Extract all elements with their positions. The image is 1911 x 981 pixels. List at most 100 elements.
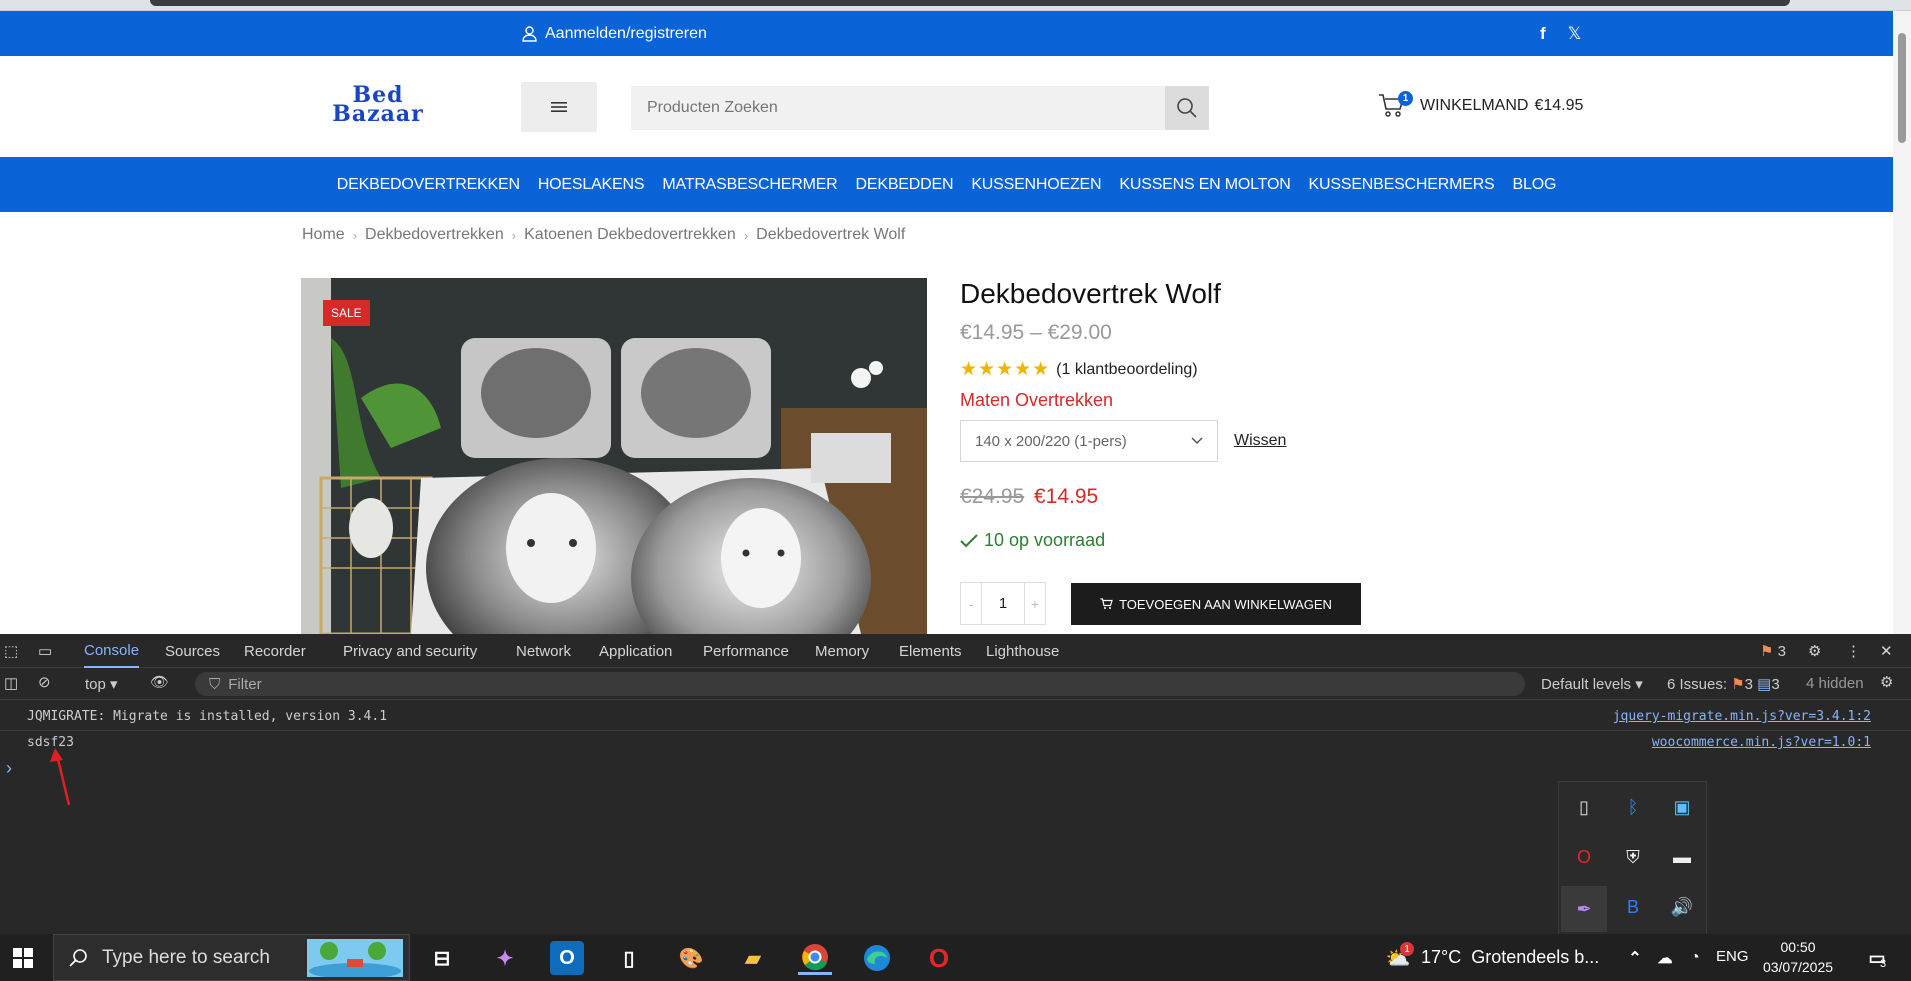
issues-flag-icon[interactable]: ⚑ 3 xyxy=(1760,634,1786,668)
settings-gear-icon[interactable]: ⚙ xyxy=(1808,634,1821,668)
show-hidden-icons-chevron-icon[interactable]: ⌃ xyxy=(1618,941,1652,975)
nav-item-dekbedovertrekken[interactable]: DEKBEDOVERTREKKEN xyxy=(337,176,520,194)
cart-count-badge: 1 xyxy=(1398,91,1413,106)
windows-start-icon[interactable] xyxy=(6,941,40,975)
price-range: €14.95 – €29.00 xyxy=(960,321,1112,344)
cart-link[interactable]: 1 WINKELMAND €14.95 xyxy=(1378,91,1583,119)
chevron-down-icon xyxy=(1191,437,1203,445)
x-twitter-icon[interactable]: 𝕏 xyxy=(1568,24,1582,44)
console-log-source-link[interactable]: woocommerce.min.js?ver=1.0:1 xyxy=(1652,735,1871,750)
outlook-icon[interactable]: O xyxy=(550,941,584,975)
tab-recorder[interactable]: Recorder xyxy=(244,634,306,668)
nav-item-kussenbeschermers[interactable]: KUSSENBESCHERMERS xyxy=(1309,176,1495,194)
log-levels-value: Default levels xyxy=(1541,676,1632,693)
device-toolbar-icon[interactable]: ▭ xyxy=(38,634,60,668)
sale-badge: SALE xyxy=(323,300,370,326)
weather-condition: Grotendeels b... xyxy=(1471,947,1600,967)
scrollbar-thumb[interactable] xyxy=(1898,33,1906,143)
product-rating[interactable]: ★★★★★ (1 klantbeoordeling) xyxy=(960,358,1198,381)
nav-item-dekbedden[interactable]: DEKBEDDEN xyxy=(856,176,954,194)
tab-memory[interactable]: Memory xyxy=(815,634,869,668)
inspect-element-icon[interactable]: ⬚ xyxy=(4,634,24,668)
quantity-decrease-button[interactable]: - xyxy=(961,583,981,624)
opera-browser-icon[interactable]: O xyxy=(922,941,956,975)
nav-item-matrasbeschermer[interactable]: MATRASBESCHERMER xyxy=(662,176,837,194)
chevron-right-icon: › xyxy=(352,227,358,243)
security-icon[interactable]: ⛨ xyxy=(1614,838,1652,876)
tab-elements[interactable]: Elements xyxy=(899,634,962,668)
live-expression-eye-icon[interactable]: 👁 xyxy=(150,673,169,691)
bluetooth-icon[interactable]: ᛒ xyxy=(1614,788,1652,826)
issues-summary[interactable]: 6 Issues: ⚑3 ▤3 xyxy=(1667,675,1780,693)
wolf-bedding-photo xyxy=(301,278,927,634)
display-icon[interactable]: ▣ xyxy=(1663,788,1701,826)
notification-center-icon[interactable]: ▭ xyxy=(1860,941,1894,975)
clear-selection-link[interactable]: Wissen xyxy=(1234,432,1286,450)
nav-item-hoeslakens[interactable]: HOESLAKENS xyxy=(538,176,645,194)
copilot-icon[interactable]: ✦ xyxy=(488,941,522,975)
edge-icon[interactable] xyxy=(860,941,894,975)
facebook-icon[interactable]: f xyxy=(1540,24,1546,44)
task-view-icon[interactable]: ⊟ xyxy=(425,941,459,975)
pen-icon[interactable]: ✒ xyxy=(1561,886,1607,932)
chrome-icon[interactable] xyxy=(798,941,832,975)
quantity-increase-button[interactable]: + xyxy=(1025,583,1045,624)
tab-console[interactable]: Console xyxy=(84,634,140,668)
clear-console-icon[interactable]: ⊘ xyxy=(38,673,51,691)
site-logo[interactable]: Bed Bazaar xyxy=(308,84,448,127)
breadcrumb-subcategory[interactable]: Katoenen Dekbedovertrekken xyxy=(524,226,736,244)
tab-application[interactable]: Application xyxy=(599,634,672,668)
cart-icon xyxy=(1100,598,1113,609)
battery-icon[interactable]: ▬ xyxy=(1663,838,1701,876)
wifi-icon[interactable]: ◔ xyxy=(1678,941,1712,975)
quantity-stepper: - 1 + xyxy=(960,582,1046,625)
quantity-input[interactable]: 1 xyxy=(981,583,1025,624)
clock[interactable]: 00:50 03/07/2025 xyxy=(1752,937,1844,977)
add-to-cart-button[interactable]: TOEVOEGEN AAN WINKELWAGEN xyxy=(1071,583,1361,625)
close-devtools-icon[interactable]: ✕ xyxy=(1880,634,1893,668)
product-image[interactable]: SALE xyxy=(301,278,927,634)
tab-performance[interactable]: Performance xyxy=(703,634,789,668)
nav-item-kussens-en-molton[interactable]: KUSSENS EN MOLTON xyxy=(1119,176,1290,194)
page-scrollbar[interactable] xyxy=(1893,11,1911,634)
taskbar-search[interactable]: Type here to search xyxy=(53,934,410,981)
search-icon xyxy=(69,949,87,967)
review-count: (1 klantbeoordeling) xyxy=(1056,360,1198,378)
notepad-icon[interactable]: ▯ xyxy=(612,941,646,975)
tab-network[interactable]: Network xyxy=(516,634,571,668)
console-filter[interactable]: ⛉ Filter xyxy=(195,672,1525,696)
breadcrumb-category[interactable]: Dekbedovertrekken xyxy=(365,226,504,244)
console-prompt-icon[interactable]: › xyxy=(6,758,12,779)
more-options-icon[interactable]: ⋮ xyxy=(1846,634,1861,668)
logo-line-2: Bazaar xyxy=(332,101,424,127)
login-link[interactable]: Aanmelden/registreren xyxy=(522,11,707,56)
log-levels-dropdown[interactable]: Default levels ▾ xyxy=(1541,675,1643,693)
search-input[interactable] xyxy=(631,86,1151,130)
search-button[interactable] xyxy=(1165,86,1209,130)
console-log-source-link[interactable]: jquery-migrate.min.js?ver=3.4.1:2 xyxy=(1613,709,1871,724)
hamburger-menu-button[interactable] xyxy=(521,82,597,132)
weather-text[interactable]: 17°C Grotendeels b... xyxy=(1421,947,1599,968)
nav-item-kussenhoezen[interactable]: KUSSENHOEZEN xyxy=(971,176,1101,194)
nav-item-blog[interactable]: BLOG xyxy=(1513,176,1557,194)
opera-icon[interactable]: O xyxy=(1565,838,1603,876)
size-select[interactable]: 140 x 200/220 (1-pers) xyxy=(960,420,1218,462)
cloud-sync-icon[interactable]: ☁ xyxy=(1648,941,1682,975)
language-indicator[interactable]: ENG xyxy=(1716,948,1749,965)
product-search xyxy=(631,86,1209,130)
app-b-icon[interactable]: B xyxy=(1614,888,1652,926)
main-nav: DEKBEDOVERTREKKEN HOESLAKENS MATRASBESCH… xyxy=(0,157,1893,212)
breadcrumb-home[interactable]: Home xyxy=(302,226,345,244)
context-select[interactable]: top ▾ xyxy=(85,675,118,693)
sidebar-toggle-icon[interactable]: ◫ xyxy=(4,674,18,692)
file-explorer-icon[interactable]: ▰ xyxy=(736,941,770,975)
paint-icon[interactable]: 🎨 xyxy=(674,941,708,975)
console-settings-gear-icon[interactable]: ⚙ xyxy=(1880,673,1893,691)
tab-sources[interactable]: Sources xyxy=(165,634,220,668)
tab-privacy-security[interactable]: Privacy and security xyxy=(343,634,477,668)
usb-icon[interactable]: ▯ xyxy=(1565,788,1603,826)
console-toolbar: ◫ ⊘ top ▾ 👁 ⛉ Filter Default levels ▾ 6 … xyxy=(0,668,1911,700)
console-row-divider xyxy=(0,730,1911,731)
tab-lighthouse[interactable]: Lighthouse xyxy=(986,634,1059,668)
speaker-icon[interactable]: 🔊 xyxy=(1663,888,1701,926)
